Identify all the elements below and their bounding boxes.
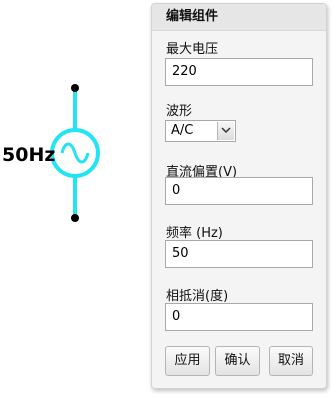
terminal-bottom[interactable] — [71, 214, 79, 222]
max-voltage-label: 最大电压 — [166, 42, 219, 57]
ac-voltage-source[interactable] — [0, 0, 150, 397]
apply-button[interactable]: 应用 — [165, 346, 210, 376]
phase-label: 相抵消(度) — [166, 289, 229, 304]
confirm-button[interactable]: 确认 — [215, 346, 260, 376]
max-voltage-input[interactable]: 220 — [165, 58, 313, 86]
chevron-down-icon[interactable] — [217, 122, 234, 140]
terminal-top[interactable] — [71, 84, 79, 92]
waveform-label: 波形 — [166, 104, 193, 119]
panel-title: 编辑组件 — [152, 4, 326, 31]
waveform-selected-value: A/C — [171, 123, 194, 138]
edit-component-panel: 编辑组件 最大电压 220 波形 A/C 直流偏置(V) 0 频率 (Hz) 5… — [151, 3, 327, 389]
frequency-label: 频率 (Hz) — [166, 226, 223, 241]
dc-offset-input[interactable]: 0 — [165, 177, 313, 205]
circuit-canvas[interactable]: 50Hz — [0, 0, 150, 397]
frequency-input[interactable]: 50 — [165, 240, 313, 268]
waveform-select[interactable]: A/C — [165, 120, 236, 142]
source-frequency-label: 50Hz — [2, 144, 56, 166]
cancel-button[interactable]: 取消 — [269, 346, 313, 376]
phase-input[interactable]: 0 — [165, 303, 313, 331]
